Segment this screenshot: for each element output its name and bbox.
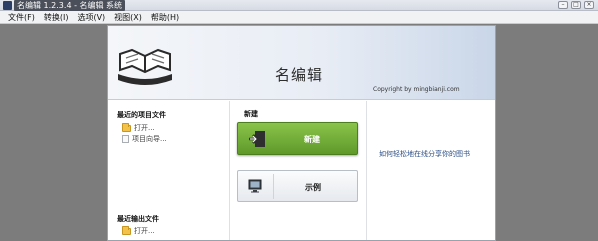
- book-logo-icon: [116, 44, 174, 94]
- open-output-label: 打开...: [134, 227, 155, 235]
- open-project-label: 打开...: [134, 124, 155, 132]
- project-wizard-label: 项目向导...: [132, 135, 167, 143]
- folder-icon: [122, 225, 131, 235]
- new-project-button[interactable]: 新建: [237, 122, 358, 155]
- share-book-help-link[interactable]: 如何轻松地在线分享你的图书: [379, 149, 470, 159]
- menu-view[interactable]: 视图(X): [114, 11, 142, 24]
- document-icon: [122, 135, 129, 143]
- app-icon: [3, 1, 12, 10]
- close-button[interactable]: ×: [584, 1, 594, 9]
- example-label: 示例: [305, 183, 321, 192]
- enter-arrow-icon: [248, 130, 266, 148]
- open-output-link[interactable]: 打开...: [122, 225, 155, 236]
- menu-options[interactable]: 选项(V): [77, 11, 105, 24]
- create-column: 新建 新建 示例: [230, 101, 367, 240]
- window-title: 名编辑 1.2.3.4 - 名编辑 系统: [14, 0, 126, 11]
- application-window: 名编辑 1.2.3.4 - 名编辑 系统 – □ × 文件(F) 转换(I) 选…: [0, 0, 598, 241]
- monitor-icon: [248, 179, 262, 193]
- start-page-header: 名编辑 Copyright by mingbianji.com: [108, 26, 495, 100]
- recent-projects-heading: 最近的项目文件: [117, 111, 166, 119]
- minimize-button[interactable]: –: [558, 1, 568, 9]
- maximize-button[interactable]: □: [571, 1, 581, 9]
- project-wizard-link[interactable]: 项目向导...: [122, 134, 167, 144]
- menu-file[interactable]: 文件(F): [8, 11, 35, 24]
- open-project-link[interactable]: 打开...: [122, 122, 155, 133]
- start-page: 名编辑 Copyright by mingbianji.com 最近的项目文件 …: [107, 25, 496, 241]
- menu-bar: 文件(F) 转换(I) 选项(V) 视图(X) 帮助(H): [0, 11, 598, 24]
- create-heading: 新建: [244, 110, 258, 118]
- button-divider: [273, 174, 274, 199]
- recent-outputs-heading: 最近输出文件: [117, 215, 159, 223]
- window-controls: – □ ×: [558, 1, 594, 9]
- new-project-label: 新建: [304, 135, 320, 144]
- title-bar: 名编辑 1.2.3.4 - 名编辑 系统 – □ ×: [0, 0, 598, 11]
- menu-convert[interactable]: 转换(I): [44, 11, 69, 24]
- app-brand-title: 名编辑: [275, 66, 324, 84]
- copyright-text: Copyright by mingbianji.com: [373, 86, 460, 93]
- example-button[interactable]: 示例: [237, 170, 358, 202]
- menu-help[interactable]: 帮助(H): [151, 11, 179, 24]
- folder-icon: [122, 122, 131, 132]
- recent-files-column: 最近的项目文件 打开... 项目向导... 最近输出文件 打开...: [108, 101, 230, 240]
- help-column: 如何轻松地在线分享你的图书: [367, 101, 495, 240]
